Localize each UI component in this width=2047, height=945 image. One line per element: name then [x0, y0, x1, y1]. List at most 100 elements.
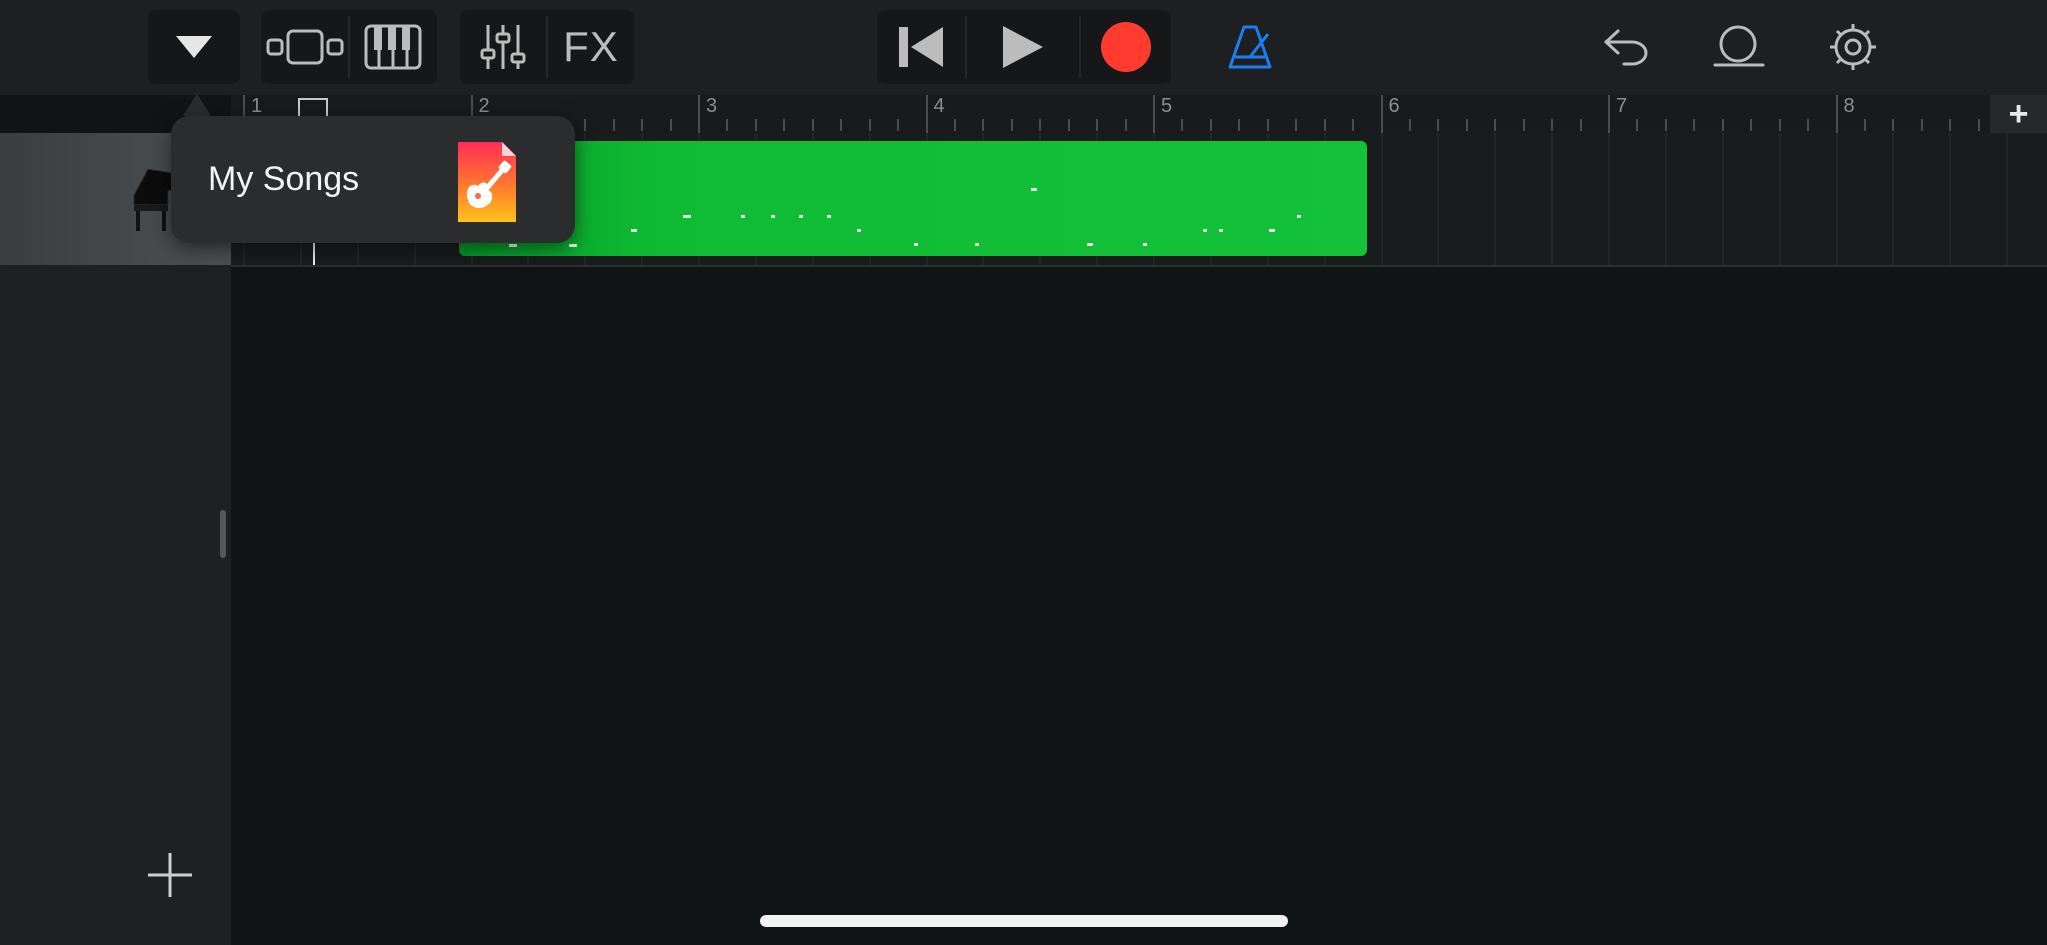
- ruler-tick: [1352, 119, 1355, 131]
- metronome-icon: [1228, 25, 1272, 69]
- ruler-tick: [1408, 119, 1411, 131]
- beat-gridline: [1835, 133, 1838, 265]
- ruler-tick: [754, 119, 757, 131]
- settings-button[interactable]: [1825, 10, 1881, 84]
- midi-note: [741, 215, 745, 218]
- ruler-tick: [783, 119, 786, 131]
- garageband-app-icon: [458, 142, 516, 222]
- ruler-tick: [897, 119, 900, 131]
- ruler-tick: [1863, 119, 1866, 131]
- ruler-tick: [1209, 119, 1212, 131]
- ruler-tick: [1039, 119, 1042, 131]
- ruler-bar-number: 2: [478, 95, 490, 117]
- add-track-button[interactable]: [140, 845, 200, 905]
- undo-button[interactable]: [1598, 10, 1654, 84]
- skip-back-icon: [899, 27, 943, 67]
- midi-note: [914, 243, 918, 246]
- rewind-button[interactable]: [877, 10, 965, 84]
- beat-gridline: [1721, 133, 1724, 265]
- ruler-tick: [1977, 119, 1980, 131]
- ruler-tick: [1096, 119, 1099, 131]
- my-songs-button[interactable]: [148, 10, 240, 84]
- add-section-button[interactable]: +: [1990, 95, 2047, 133]
- ruler-bar-number: 7: [1616, 95, 1628, 117]
- keyboard-button[interactable]: [349, 10, 437, 84]
- ruler-bar-number: 6: [1388, 95, 1400, 117]
- beat-gridline: [1380, 133, 1383, 265]
- beat-gridline: [1437, 133, 1440, 265]
- ruler-tick: [726, 119, 729, 131]
- popover-arrow: [183, 94, 211, 116]
- ruler-tick: [1721, 119, 1724, 131]
- ruler-tick: [1323, 119, 1326, 131]
- ruler-bar-line: [1380, 95, 1383, 133]
- loop-icon: [1713, 25, 1765, 67]
- toolbar: FX: [0, 0, 2047, 95]
- ruler-bar-line: [1835, 95, 1838, 133]
- ruler-bar-number: 4: [933, 95, 945, 117]
- ruler-tick: [1636, 119, 1639, 131]
- piano-region[interactable]: ano: [459, 141, 1367, 256]
- ruler-bar-number: 1: [251, 95, 263, 117]
- ruler-tick: [1067, 119, 1070, 131]
- mixer-sliders-icon: [480, 25, 526, 69]
- midi-note: [683, 215, 691, 218]
- ruler-tick: [982, 119, 985, 131]
- metronome-button[interactable]: [1222, 10, 1278, 84]
- beat-gridline: [1778, 133, 1781, 265]
- beat-gridline: [2006, 133, 2009, 265]
- fx-label: FX: [563, 23, 619, 70]
- midi-note: [569, 244, 577, 247]
- mix-fx-group: FX: [460, 10, 634, 84]
- midi-note: [1203, 229, 1207, 232]
- record-icon: [1101, 22, 1151, 72]
- record-button[interactable]: [1081, 10, 1171, 84]
- ruler-tick: [1892, 119, 1895, 131]
- undo-icon: [1604, 29, 1648, 66]
- midi-note: [975, 243, 979, 246]
- ruler-tick: [1664, 119, 1667, 131]
- ruler-tick: [612, 119, 615, 131]
- ruler-tick: [641, 119, 644, 131]
- ruler-tick: [1437, 119, 1440, 131]
- midi-note: [1219, 229, 1223, 232]
- mixer-button[interactable]: [460, 10, 546, 84]
- my-songs-label: My Songs: [208, 160, 360, 198]
- tracks-view-button[interactable]: [261, 10, 349, 84]
- ruler-tick: [1920, 119, 1923, 131]
- column-resize-handle[interactable]: [220, 510, 226, 558]
- tracks-view-icon: [266, 29, 344, 65]
- ruler-tick: [1181, 119, 1184, 131]
- home-indicator: [760, 915, 1288, 927]
- midi-note: [827, 215, 831, 218]
- keyboard-icon: [364, 24, 422, 70]
- midi-note: [1087, 243, 1093, 246]
- fx-button[interactable]: FX: [548, 10, 634, 84]
- play-button[interactable]: [967, 10, 1079, 84]
- loop-browser-button[interactable]: [1710, 10, 1766, 84]
- ruler-tick: [1693, 119, 1696, 131]
- my-songs-popover[interactable]: My Songs: [171, 116, 575, 243]
- plus-icon: [148, 853, 192, 897]
- ruler-bar-line: [1153, 95, 1155, 133]
- midi-note: [509, 244, 517, 247]
- ruler-tick: [811, 119, 814, 131]
- beat-gridline: [1664, 133, 1667, 265]
- ruler-bar-number: 5: [1161, 95, 1173, 117]
- midi-note: [857, 229, 861, 232]
- view-toggle-group: [261, 10, 437, 84]
- midi-note: [771, 215, 775, 218]
- gear-icon: [1830, 24, 1876, 70]
- midi-note: [799, 215, 803, 218]
- ruler-tick: [1551, 119, 1554, 131]
- chevron-down-icon: [148, 10, 240, 84]
- ruler-tick: [1778, 119, 1781, 131]
- ruler-tick: [1295, 119, 1298, 131]
- ruler-bar-line: [698, 95, 700, 133]
- ruler-tick: [1522, 119, 1525, 131]
- play-icon: [1003, 26, 1043, 68]
- ruler-tick: [669, 119, 672, 131]
- ruler-tick: [1750, 119, 1753, 131]
- ruler-tick: [840, 119, 843, 131]
- beat-gridline: [1608, 133, 1610, 265]
